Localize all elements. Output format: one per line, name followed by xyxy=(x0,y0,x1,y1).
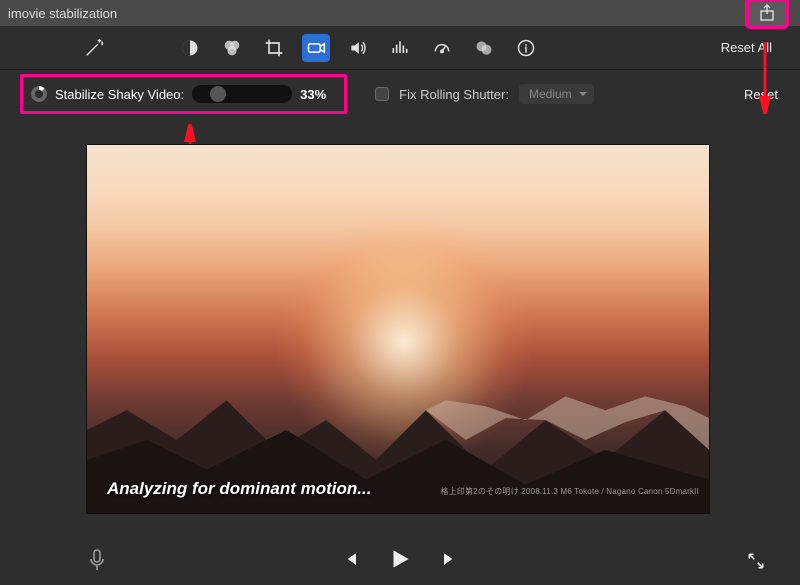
reset-button[interactable]: Reset xyxy=(744,87,778,102)
stabilize-label: Stabilize Shaky Video: xyxy=(55,87,184,102)
microphone-icon[interactable] xyxy=(88,549,106,571)
prev-button[interactable] xyxy=(341,549,361,569)
title-bar: imovie stabilization xyxy=(0,0,800,26)
rolling-shutter-value: Medium xyxy=(529,87,572,101)
stabilize-percent: 33% xyxy=(300,87,336,102)
share-button[interactable] xyxy=(746,0,788,28)
fullscreen-icon[interactable] xyxy=(746,551,766,571)
slider-thumb[interactable] xyxy=(210,86,226,102)
preview-meta-text: 格上印第2のその明け 2008.11.3 M6 Tokote / Nagano … xyxy=(440,486,699,497)
share-icon xyxy=(759,4,775,22)
color-correction-icon[interactable] xyxy=(218,34,246,62)
rolling-shutter-dropdown[interactable]: Medium xyxy=(519,84,594,104)
crop-icon[interactable] xyxy=(260,34,288,62)
noise-reduction-icon[interactable] xyxy=(386,34,414,62)
preview-status-text: Analyzing for dominant motion... xyxy=(107,479,371,499)
rolling-shutter-checkbox[interactable] xyxy=(375,87,389,101)
adjustments-toolbar: Reset All xyxy=(0,26,800,70)
stabilization-icon[interactable] xyxy=(302,34,330,62)
stabilization-controls: Stabilize Shaky Video: 33% Fix Rolling S… xyxy=(0,70,800,118)
playback-bar xyxy=(0,533,800,585)
reset-all-button[interactable]: Reset All xyxy=(713,38,780,57)
stabilize-slider[interactable] xyxy=(192,85,292,103)
volume-icon[interactable] xyxy=(344,34,372,62)
rolling-shutter-label: Fix Rolling Shutter: xyxy=(399,87,509,102)
window-title: imovie stabilization xyxy=(8,6,117,21)
color-balance-icon[interactable] xyxy=(176,34,204,62)
play-button[interactable] xyxy=(387,546,413,572)
stabilize-group: Stabilize Shaky Video: 33% xyxy=(20,74,347,114)
loading-spinner-icon xyxy=(31,86,47,102)
clip-filter-icon[interactable] xyxy=(470,34,498,62)
magic-wand-icon[interactable] xyxy=(80,34,108,62)
next-button[interactable] xyxy=(439,549,459,569)
info-icon[interactable] xyxy=(512,34,540,62)
video-preview[interactable]: Analyzing for dominant motion... 格上印第2のそ… xyxy=(86,144,710,514)
speed-icon[interactable] xyxy=(428,34,456,62)
